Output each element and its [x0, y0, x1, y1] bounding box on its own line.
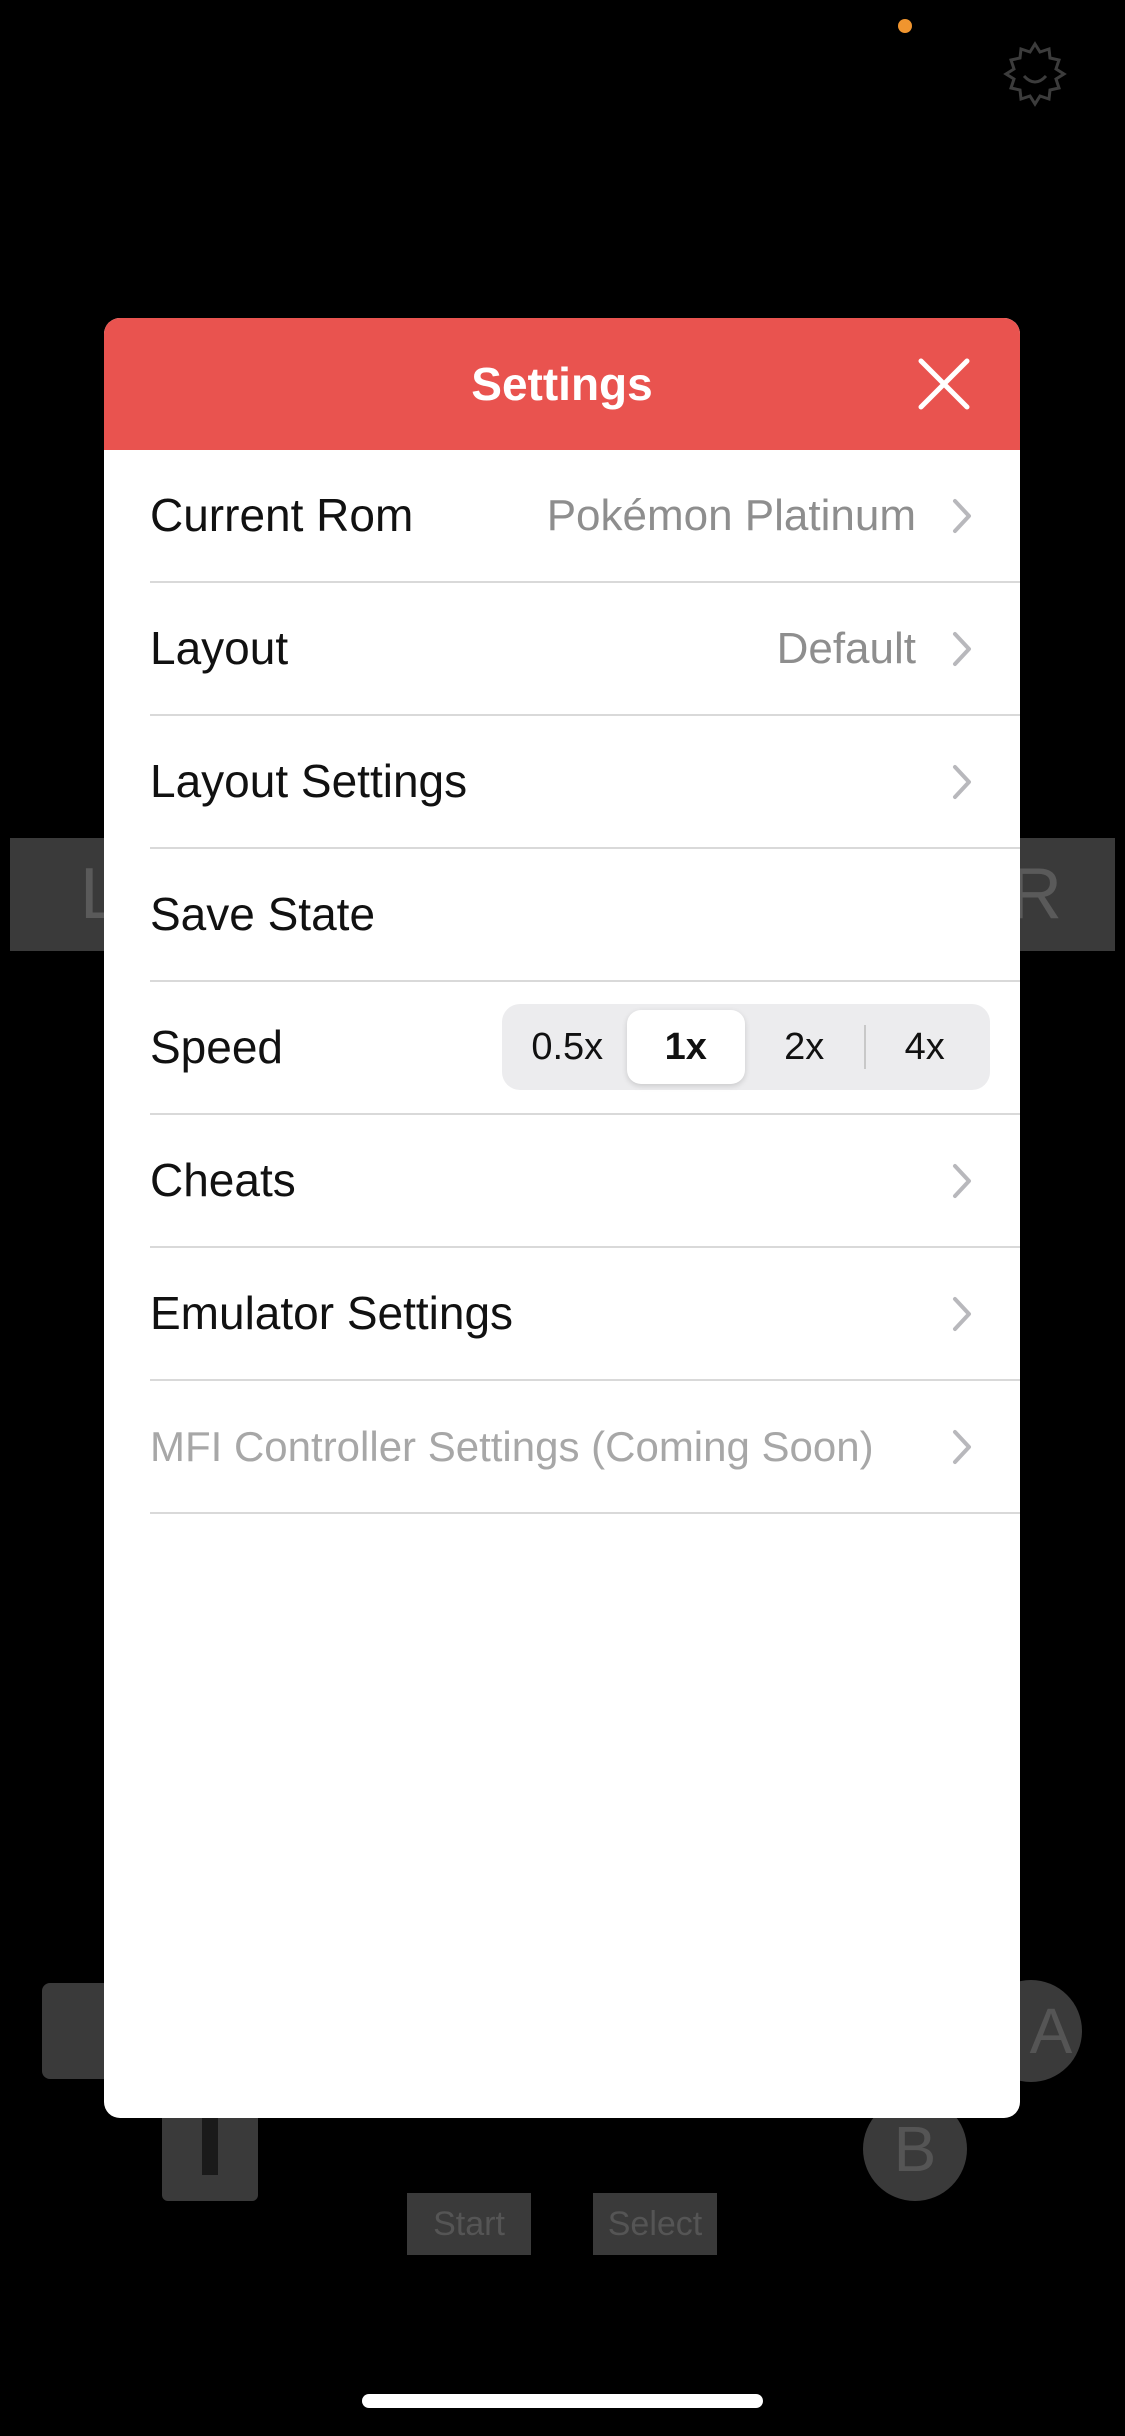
chevron-right-icon	[953, 499, 971, 533]
close-icon[interactable]	[918, 358, 970, 410]
row-label: Layout	[150, 622, 289, 674]
modal-title: Settings	[471, 358, 653, 410]
row-label: Save State	[150, 888, 376, 940]
row-label: Cheats	[150, 1154, 296, 1206]
recording-indicator-dot	[898, 19, 912, 33]
shoulder-r-button: R	[1005, 838, 1115, 951]
row-save-state[interactable]: Save State	[150, 849, 1020, 982]
speed-option-1x[interactable]: 1x	[626, 1010, 745, 1084]
row-speed: Speed 0.5x 1x 2x 4x	[150, 982, 1020, 1115]
speed-option-0-5x[interactable]: 0.5x	[508, 1010, 627, 1084]
row-label: Current Rom	[150, 489, 414, 541]
chevron-right-icon	[953, 1164, 971, 1198]
speed-option-4x[interactable]: 4x	[866, 1010, 985, 1084]
settings-modal: Settings Current Rom Pokémon Platinum La…	[104, 318, 1020, 2118]
chevron-right-icon	[953, 1430, 971, 1464]
chevron-right-icon	[953, 1297, 971, 1331]
row-cheats[interactable]: Cheats	[150, 1115, 1020, 1248]
speed-option-2x[interactable]: 2x	[745, 1010, 864, 1084]
screen: L R A B Start Select Settings Current Ro…	[0, 0, 1125, 2436]
row-value: Default	[776, 624, 916, 673]
speed-segmented-control: 0.5x 1x 2x 4x	[502, 1004, 990, 1090]
gear-icon[interactable]	[998, 38, 1072, 112]
chevron-right-icon	[953, 632, 971, 666]
row-label: MFI Controller Settings (Coming Soon)	[150, 1423, 874, 1470]
start-button: Start	[407, 2193, 531, 2255]
row-mfi-controller-settings[interactable]: MFI Controller Settings (Coming Soon)	[150, 1381, 1020, 1514]
modal-header: Settings	[104, 318, 1020, 450]
row-layout-settings[interactable]: Layout Settings	[150, 716, 1020, 849]
dpad-down	[162, 2105, 258, 2201]
row-value: Pokémon Platinum	[546, 491, 916, 540]
row-emulator-settings[interactable]: Emulator Settings	[150, 1248, 1020, 1381]
settings-list: Current Rom Pokémon Platinum Layout Defa…	[104, 450, 1020, 1514]
row-label: Speed	[150, 1021, 284, 1073]
select-button: Select	[593, 2193, 717, 2255]
row-label: Layout Settings	[150, 755, 468, 807]
chevron-right-icon	[953, 765, 971, 799]
row-layout[interactable]: Layout Default	[150, 583, 1020, 716]
home-indicator[interactable]	[362, 2394, 763, 2408]
row-current-rom[interactable]: Current Rom Pokémon Platinum	[150, 450, 1020, 583]
row-label: Emulator Settings	[150, 1287, 514, 1339]
